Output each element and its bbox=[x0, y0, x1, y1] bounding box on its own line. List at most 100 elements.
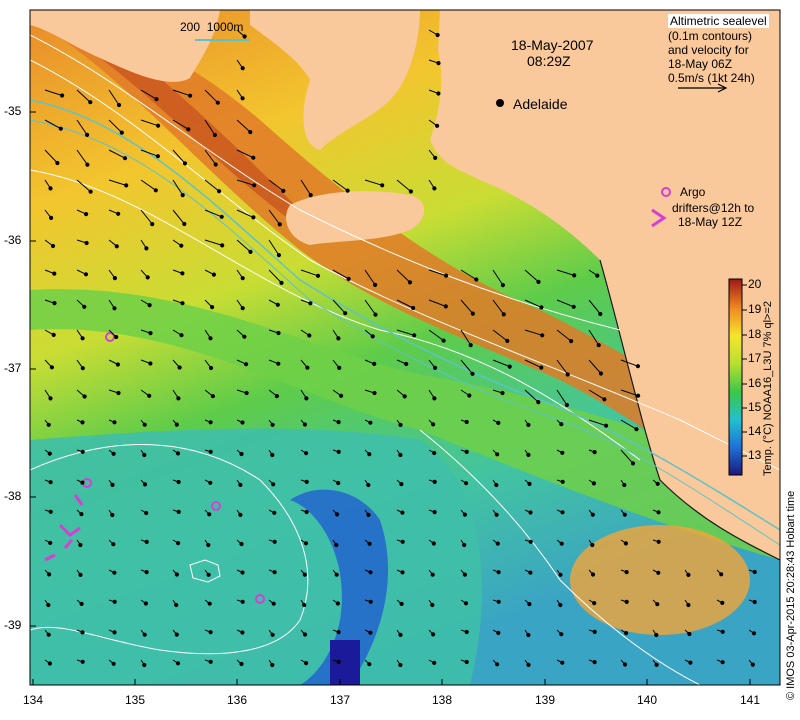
velocity-arrow-head bbox=[206, 542, 211, 548]
velocity-arrow-head bbox=[366, 512, 371, 518]
velocity-arrow-head bbox=[368, 570, 373, 575]
title-time: 08:29Z bbox=[527, 53, 571, 69]
velocity-arrow-head bbox=[270, 452, 275, 458]
velocity-arrow-head bbox=[220, 243, 225, 248]
velocity-arrow-head bbox=[217, 189, 222, 194]
velocity-arrow-head bbox=[85, 132, 90, 137]
velocity-arrow-head bbox=[112, 306, 117, 311]
velocity-arrow-head bbox=[122, 156, 128, 161]
velocity-arrow-head bbox=[540, 333, 545, 338]
velocity-arrow-head bbox=[304, 451, 309, 456]
velocity-arrow-head bbox=[400, 539, 405, 544]
velocity-arrow-head bbox=[622, 512, 627, 517]
x-tick: 140 bbox=[636, 693, 658, 707]
velocity-arrow-head bbox=[51, 332, 56, 337]
velocity-arrow-head bbox=[559, 541, 564, 546]
velocity-arrow-head bbox=[430, 602, 435, 608]
velocity-arrow-head bbox=[467, 393, 472, 398]
velocity-arrow-head bbox=[496, 630, 501, 636]
velocity-arrow-head bbox=[46, 632, 51, 637]
velocity-arrow-head bbox=[346, 276, 351, 281]
velocity-arrow-head bbox=[527, 481, 532, 486]
velocity-arrow-head bbox=[595, 273, 600, 278]
velocity-arrow-head bbox=[276, 330, 281, 336]
velocity-arrow-head bbox=[142, 482, 148, 487]
velocity-arrow-head bbox=[78, 542, 83, 548]
x-tick: 135 bbox=[124, 693, 146, 707]
velocity-arrow-head bbox=[48, 509, 53, 514]
velocity-arrow-head bbox=[398, 662, 403, 668]
velocity-arrow-head bbox=[124, 183, 129, 188]
velocity-arrow-head bbox=[464, 659, 469, 665]
velocity-arrow-head bbox=[148, 361, 153, 366]
velocity-arrow-head bbox=[48, 540, 53, 546]
velocity-arrow-head bbox=[80, 366, 85, 371]
velocity-arrow-head bbox=[431, 422, 436, 427]
velocity-arrow-head bbox=[244, 390, 249, 396]
colorbar-tick: 20 bbox=[748, 277, 762, 291]
velocity-arrow-head bbox=[302, 422, 307, 427]
velocity-arrow-head bbox=[572, 273, 577, 278]
velocity-arrow-head bbox=[47, 451, 52, 456]
velocity-arrow-head bbox=[147, 393, 152, 398]
velocity-arrow-head bbox=[148, 331, 153, 336]
velocity-arrow-head bbox=[142, 422, 147, 427]
sst-map bbox=[29, 9, 781, 686]
velocity-arrow-head bbox=[242, 334, 247, 339]
velocity-arrow-head bbox=[116, 102, 122, 108]
adelaide-marker bbox=[496, 99, 504, 107]
y-tick: -36 bbox=[4, 233, 22, 247]
x-tick: 134 bbox=[22, 693, 44, 707]
velocity-arrow-head bbox=[598, 311, 603, 317]
colorbar-tick: 17 bbox=[748, 351, 762, 365]
velocity-arrow-head bbox=[112, 570, 117, 575]
velocity-arrow-head bbox=[116, 390, 121, 396]
velocity-arrow-head bbox=[271, 482, 276, 487]
velocity-arrow-head bbox=[144, 510, 149, 516]
velocity-arrow-head bbox=[248, 130, 253, 135]
velocity-arrow-head bbox=[239, 541, 244, 547]
velocity-arrow-head bbox=[207, 601, 212, 606]
velocity-arrow-head bbox=[156, 123, 161, 128]
velocity-arrow-head bbox=[412, 333, 417, 338]
velocity-arrow-head bbox=[656, 510, 661, 515]
velocity-arrow-head bbox=[240, 570, 245, 575]
velocity-arrow-head bbox=[84, 212, 89, 217]
velocity-arrow-head bbox=[624, 599, 629, 605]
velocity-arrow-head bbox=[49, 365, 55, 370]
velocity-arrow-head bbox=[474, 277, 479, 282]
velocity-arrow-head bbox=[366, 482, 371, 488]
velocity-arrow-head bbox=[470, 311, 475, 316]
velocity-arrow-head bbox=[495, 541, 500, 546]
velocity-arrow-head bbox=[372, 361, 377, 366]
velocity-arrow-head bbox=[50, 243, 56, 249]
velocity-arrow-head bbox=[399, 601, 404, 607]
velocity-arrow-head bbox=[174, 602, 179, 608]
velocity-arrow-head bbox=[144, 246, 149, 251]
velocity-arrow-head bbox=[432, 396, 437, 401]
velocity-arrow-head bbox=[400, 510, 405, 515]
velocity-arrow-head bbox=[370, 334, 375, 339]
velocity-arrow-head bbox=[248, 249, 253, 254]
velocity-arrow-head bbox=[558, 572, 563, 577]
velocity-arrow-head bbox=[208, 336, 213, 341]
velocity-arrow-head bbox=[83, 272, 89, 277]
velocity-arrow-head bbox=[500, 283, 505, 288]
velocity-arrow-head bbox=[444, 273, 449, 278]
velocity-arrow-head bbox=[112, 420, 117, 425]
velocity-arrow-head bbox=[720, 600, 725, 606]
velocity-arrow-head bbox=[435, 32, 440, 38]
velocity-arrow-head bbox=[274, 394, 279, 399]
velocity-arrow-head bbox=[560, 450, 565, 455]
velocity-arrow-head bbox=[154, 97, 159, 102]
velocity-arrow-head bbox=[496, 599, 501, 604]
velocity-arrow-head bbox=[88, 189, 93, 194]
colorbar-label: Temp. (°C) NOAA16_L3U 7% ql>=2 bbox=[762, 301, 774, 476]
velocity-arrow-head bbox=[336, 336, 341, 341]
y-tick: -37 bbox=[4, 361, 22, 375]
velocity-arrow-head bbox=[47, 661, 53, 666]
velocity-arrow-head bbox=[367, 452, 372, 457]
velocity-arrow-head bbox=[464, 629, 469, 635]
velocity-arrow-head bbox=[367, 541, 372, 546]
velocity-arrow-head bbox=[468, 343, 473, 348]
